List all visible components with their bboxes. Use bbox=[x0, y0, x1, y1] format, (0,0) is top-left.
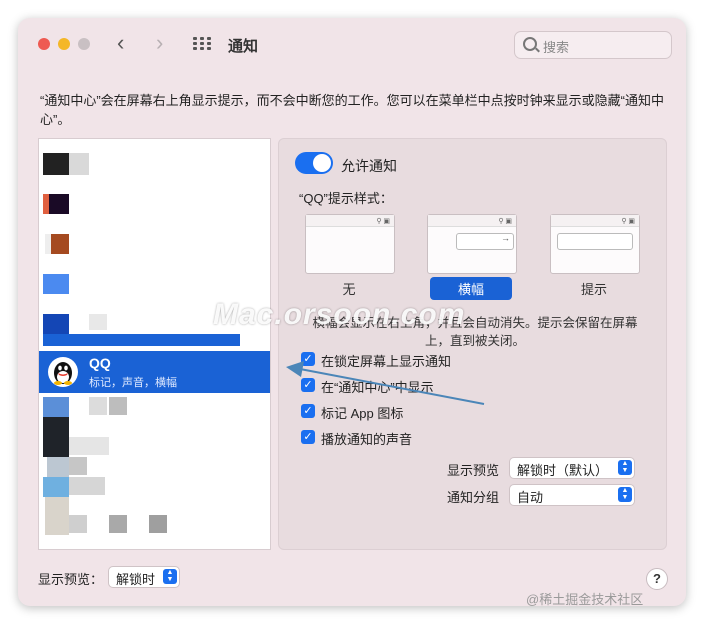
help-button[interactable]: ? bbox=[646, 568, 668, 590]
system-preferences-window: ‹ › 通知 搜索 “通知中心”会在屏幕右上角显示提示，而不会中断您的工作。您可… bbox=[18, 18, 686, 606]
credit-text: @稀土掘金技术社区 bbox=[526, 592, 644, 607]
annotation-arrow-icon bbox=[286, 361, 485, 405]
bottom-preview-select[interactable]: 解锁时 ▲ ▼ bbox=[108, 566, 180, 588]
bottom-preview-value: 解锁时 bbox=[116, 572, 156, 587]
bottom-preview-label: 显示预览： bbox=[38, 572, 104, 587]
up-down-arrows-icon: ▲ ▼ bbox=[163, 569, 177, 584]
